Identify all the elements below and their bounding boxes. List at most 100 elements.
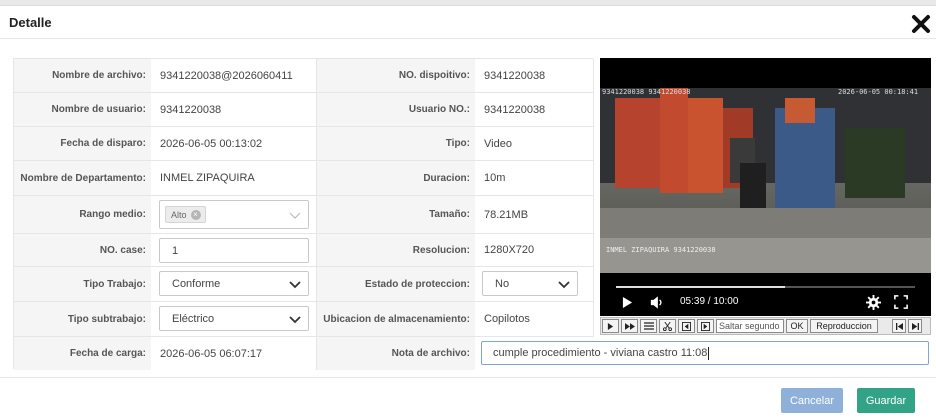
player-toolbar: Saltar segundo OK Reproduccion [600, 317, 931, 335]
upload-date-label: Fecha de carga: [14, 337, 151, 370]
form-row: Fecha de disparo: 2026-06-05 00:13:02 Ti… [14, 127, 594, 161]
range-label: Rango medio: [14, 196, 151, 233]
play-button[interactable] [602, 319, 619, 333]
list-icon [643, 322, 654, 330]
device-no-label: NO. dispoitivo: [317, 59, 475, 92]
user-name-value: 9341220038 [151, 93, 317, 126]
upload-date-value: 2026-06-05 06:07:17 [151, 337, 317, 370]
protection-cell: No [475, 267, 594, 301]
remove-tag-icon[interactable]: × [190, 209, 201, 220]
duration-label: Duracion: [317, 161, 475, 195]
type-value: Video [475, 127, 594, 160]
video-progress-track[interactable] [616, 286, 915, 288]
case-no-value: 1 [172, 244, 179, 257]
form-row: Nombre de archivo: 9341220038@2026060411… [14, 59, 594, 93]
case-no-cell: 1 [151, 234, 317, 266]
scissors-icon [663, 321, 672, 331]
chevron-down-icon [558, 280, 570, 288]
file-name-value: 9341220038@2026060411 [151, 59, 317, 92]
video-progress-fill [616, 286, 785, 288]
video-frame: 9341220038 9341220038 2026-06-05 00:18:4… [600, 88, 931, 273]
user-no-value: 9341220038 [475, 93, 594, 126]
list-button[interactable] [640, 319, 657, 333]
range-cell: Alto × [151, 196, 317, 233]
play-icon [607, 322, 614, 330]
type-label: Tipo: [317, 127, 475, 160]
range-tag[interactable]: Alto × [165, 206, 206, 223]
case-no-input[interactable]: 1 [159, 238, 309, 263]
work-type-select[interactable]: Conforme [159, 271, 309, 296]
case-no-label: NO. case: [14, 234, 151, 266]
frame-back-icon [682, 321, 691, 331]
fast-forward-icon [624, 322, 635, 330]
skip-start-icon [895, 322, 903, 330]
department-label: Nombre de Departamento: [14, 161, 151, 195]
video-osd-top-right: 2026-06-05 00:18:41 [838, 88, 919, 96]
trigger-date-label: Fecha de disparo: [14, 127, 151, 160]
playback-button[interactable]: Reproduccion [810, 319, 878, 333]
form-row: Tipo Trabajo: Conforme Estado de protecc… [14, 267, 594, 302]
form-row: Nombre de usuario: 9341220038 Usuario NO… [14, 93, 594, 127]
resolution-label: Resolucion: [317, 234, 475, 266]
form-row: Tipo subtrabajo: Eléctrico Ubicacion de … [14, 302, 594, 337]
trigger-date-value: 2026-06-05 00:13:02 [151, 127, 317, 160]
detail-form: Nombre de archivo: 9341220038@2026060411… [13, 58, 594, 370]
sub-work-label: Tipo subtrabajo: [14, 302, 151, 336]
storage-value: Copilotos [475, 302, 594, 336]
protection-select[interactable]: No [482, 271, 578, 296]
cancel-button[interactable]: Cancelar [781, 388, 843, 413]
skip-end-icon [911, 322, 919, 330]
seek-seconds-placeholder: Saltar segundo [719, 321, 780, 331]
skip-start-button[interactable] [892, 319, 906, 333]
chevron-down-icon [289, 315, 301, 323]
duration-value: 10m [475, 161, 594, 195]
video-osd-bottom: INMEL ZIPAQUIRA 9341220038 [606, 246, 716, 254]
note-input[interactable]: cumple procedimiento - viviana castro 11… [481, 341, 929, 365]
protection-value: No [495, 277, 510, 290]
sub-work-value: Eléctrico [172, 312, 215, 325]
protection-label: Estado de proteccion: [317, 267, 475, 301]
range-tag-label: Alto [171, 209, 187, 220]
note-value: cumple procedimiento - viviana castro 11… [493, 347, 708, 359]
user-no-label: Usuario NO.: [317, 93, 475, 126]
frame-forward-button[interactable] [697, 319, 714, 333]
volume-icon[interactable] [650, 296, 664, 309]
work-type-value: Conforme [172, 277, 221, 290]
dialog-header: Detalle [0, 6, 936, 39]
department-value: INMEL ZIPAQUIRA [151, 161, 317, 195]
work-type-cell: Conforme [151, 267, 317, 301]
range-multiselect[interactable]: Alto × [159, 200, 309, 229]
close-icon[interactable] [909, 12, 933, 36]
sub-work-cell: Eléctrico [151, 302, 317, 336]
video-osd-top-left: 9341220038 9341220038 [602, 88, 691, 96]
frame-forward-icon [701, 321, 710, 331]
note-label: Nota de archivo: [317, 337, 475, 370]
device-no-value: 9341220038 [475, 59, 594, 92]
chevron-down-icon [289, 280, 301, 288]
dialog-title: Detalle [9, 15, 52, 30]
resolution-value: 1280X720 [475, 234, 594, 266]
frame-back-button[interactable] [678, 319, 695, 333]
seek-ok-button[interactable]: OK [786, 319, 808, 333]
settings-icon[interactable] [866, 295, 881, 310]
skip-end-button[interactable] [908, 319, 922, 333]
seek-seconds-input[interactable]: Saltar segundo [716, 319, 784, 333]
cut-button[interactable] [659, 319, 676, 333]
form-row: Nombre de Departamento: INMEL ZIPAQUIRA … [14, 161, 594, 196]
video-player[interactable]: 9341220038 9341220038 2026-06-05 00:18:4… [600, 58, 931, 316]
form-row: NO. case: 1 Resolucion: 1280X720 [14, 234, 594, 267]
size-value: 78.21MB [475, 196, 594, 233]
play-icon[interactable] [622, 296, 633, 309]
user-name-label: Nombre de usuario: [14, 93, 151, 126]
fullscreen-icon[interactable] [894, 295, 908, 309]
text-cursor [708, 346, 710, 360]
sub-work-select[interactable]: Eléctrico [159, 306, 309, 331]
video-time: 05:39 / 10:00 [680, 296, 739, 307]
chevron-down-icon [289, 212, 301, 219]
fast-forward-button[interactable] [621, 319, 638, 333]
save-button[interactable]: Guardar [857, 388, 915, 413]
storage-label: Ubicacion de almacenamiento: [317, 302, 475, 336]
size-label: Tamaño: [317, 196, 475, 233]
work-type-label: Tipo Trabajo: [14, 267, 151, 301]
file-name-label: Nombre de archivo: [14, 59, 151, 92]
